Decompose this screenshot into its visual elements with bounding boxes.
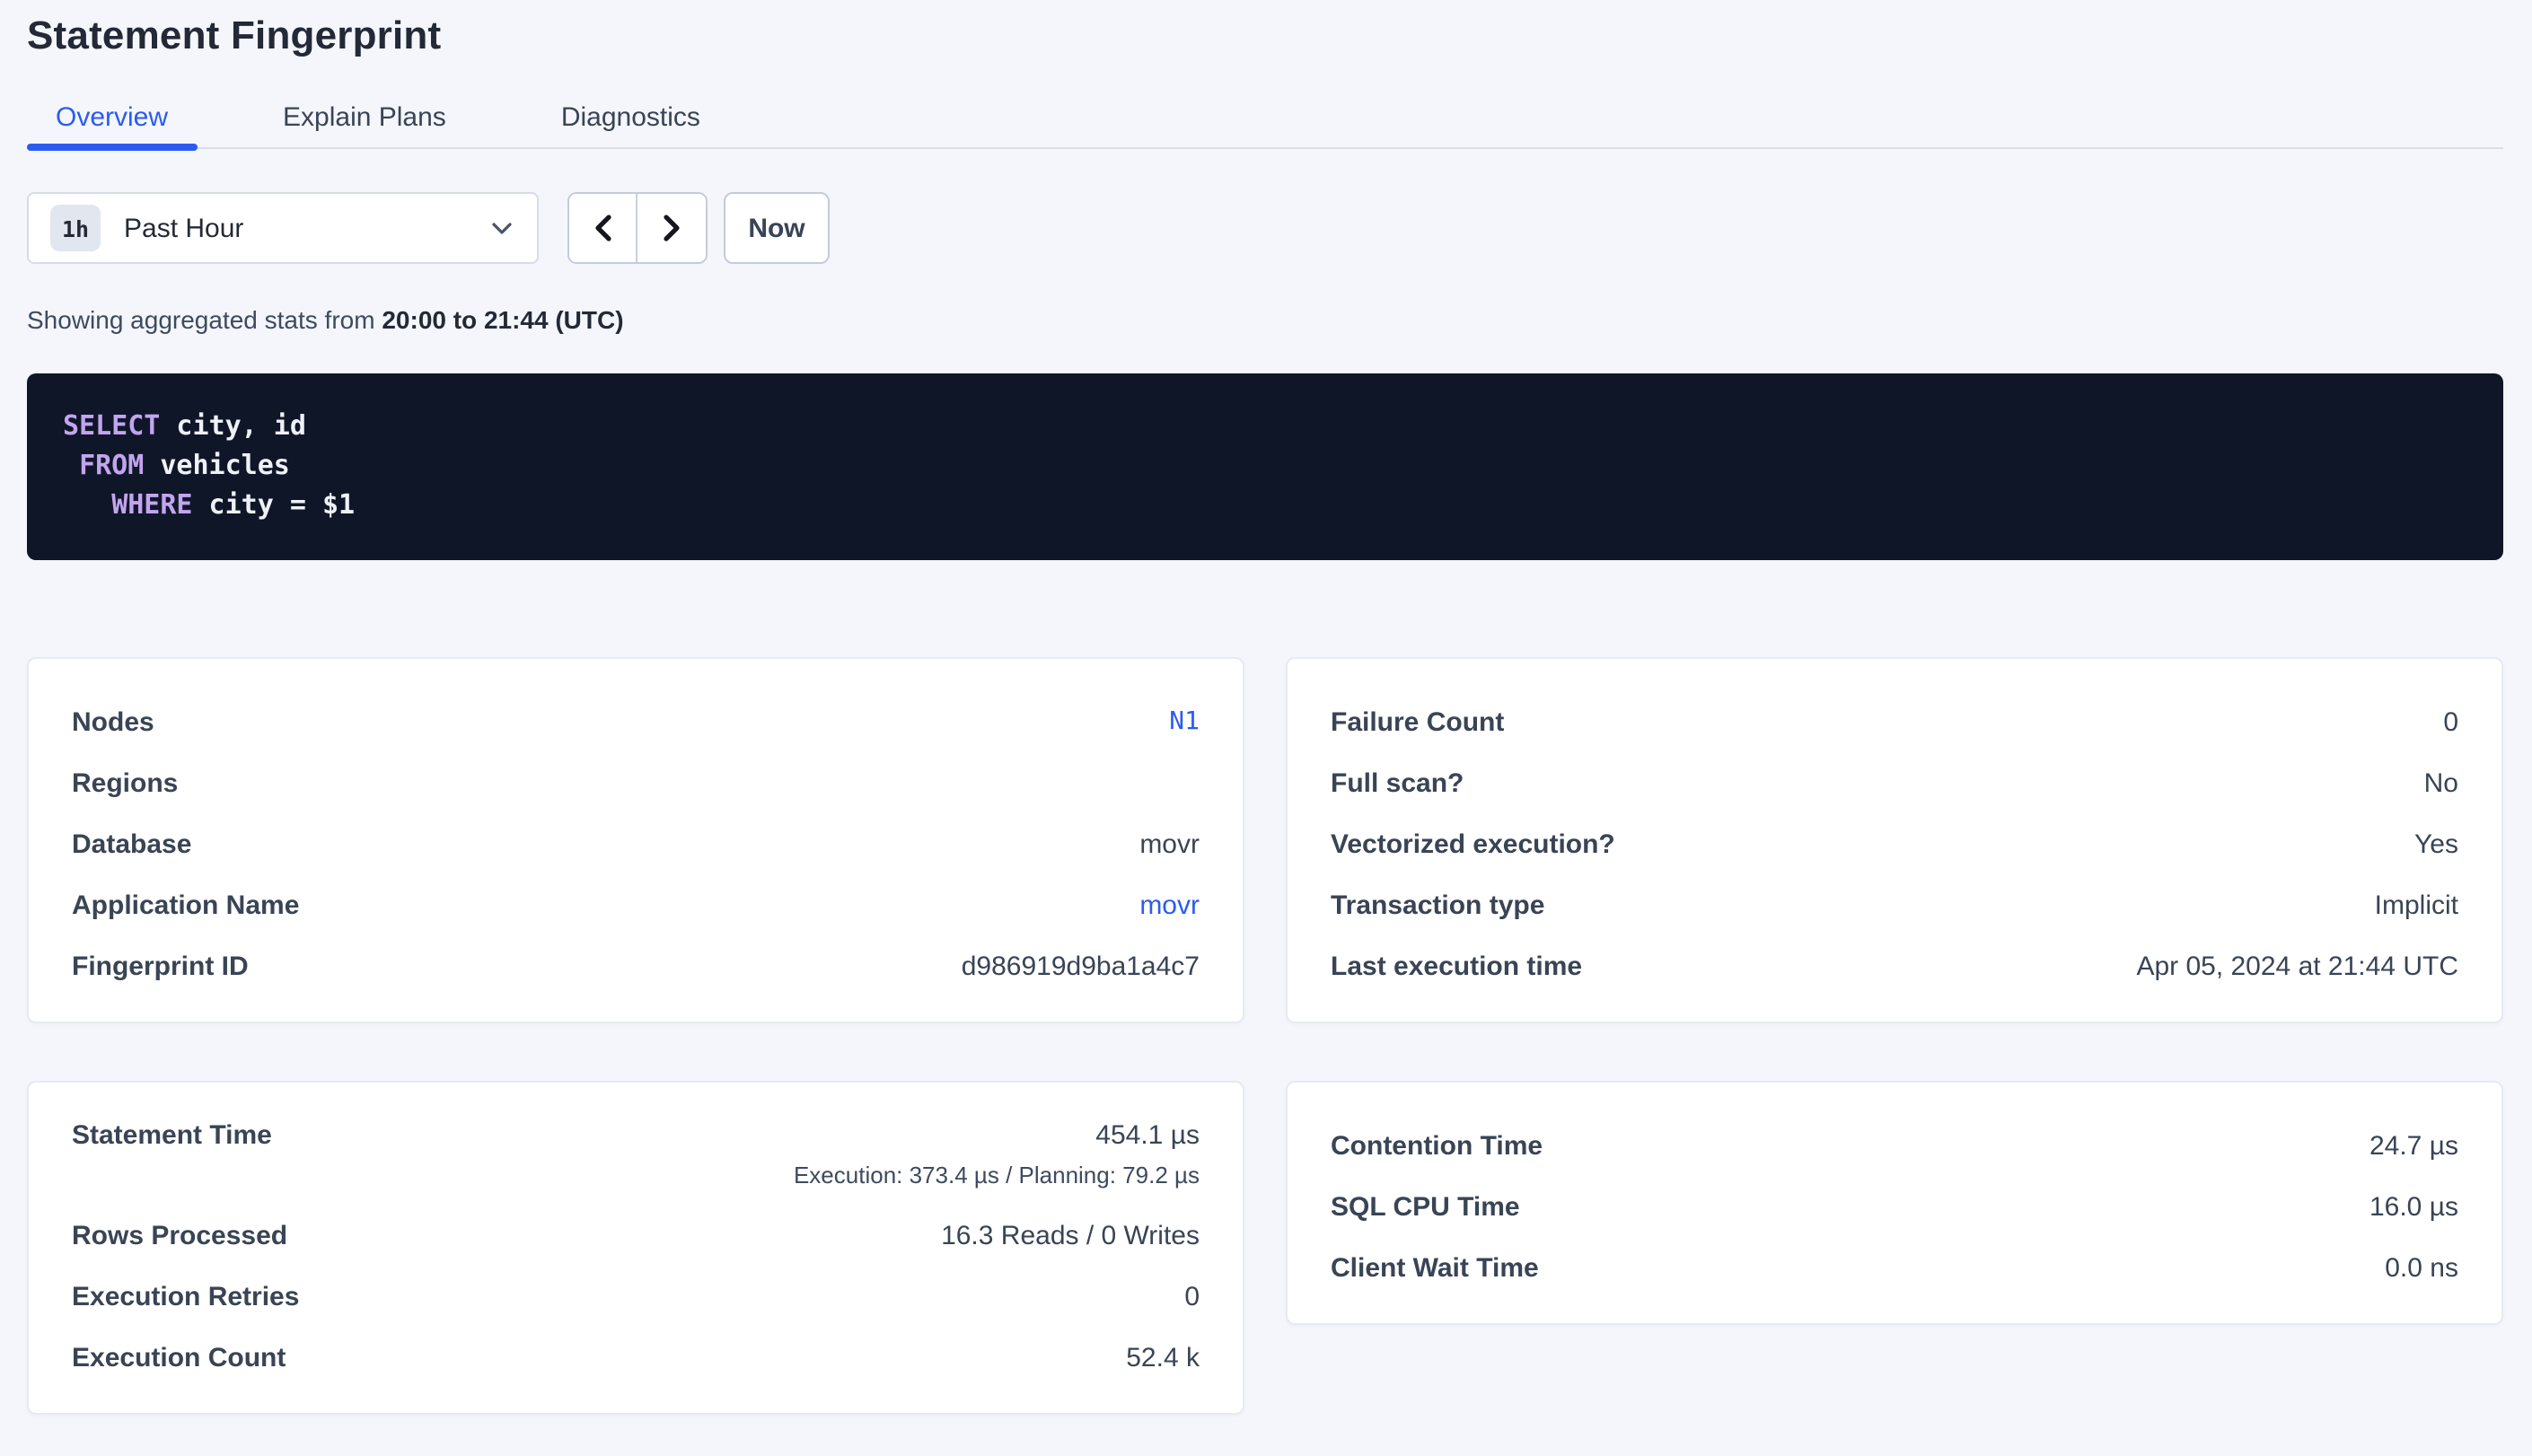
- now-button[interactable]: Now: [724, 192, 830, 264]
- row-label: Nodes: [72, 706, 154, 737]
- row-label: Regions: [72, 767, 178, 798]
- sql-keyword: SELECT: [63, 409, 160, 442]
- row-last-execution-time: Last execution time Apr 05, 2024 at 21:4…: [1331, 935, 2458, 996]
- row-application-name: Application Name movr: [72, 874, 1200, 935]
- row-value: movr: [1139, 829, 1200, 859]
- fingerprint-details-card: Nodes N1 Regions Database movr Applicati…: [27, 657, 1244, 1023]
- aggregated-stats-text: Showing aggregated stats from 20:00 to 2…: [27, 303, 2503, 338]
- row-rows-processed: Rows Processed 16.3 Reads / 0 Writes: [72, 1205, 1200, 1266]
- aggregated-stats-prefix: Showing aggregated stats from: [27, 305, 382, 334]
- row-regions: Regions: [72, 752, 1200, 813]
- row-value: 454.1 µs: [794, 1115, 1200, 1158]
- row-value: Implicit: [2375, 890, 2458, 920]
- row-failure-count: Failure Count 0: [1331, 691, 2458, 752]
- row-label: Fingerprint ID: [72, 951, 249, 981]
- row-full-scan: Full scan? No: [1331, 752, 2458, 813]
- row-value: 24.7 µs: [2369, 1130, 2458, 1161]
- tab-overview[interactable]: Overview: [27, 92, 197, 147]
- sql-line: WHERE city = $1: [63, 485, 2467, 524]
- row-value: Apr 05, 2024 at 21:44 UTC: [2136, 951, 2458, 981]
- row-contention-time: Contention Time 24.7 µs: [1331, 1115, 2458, 1176]
- row-label: Statement Time: [72, 1115, 272, 1158]
- time-step-buttons: [567, 192, 708, 264]
- row-label: Execution Count: [72, 1342, 286, 1373]
- tab-bar: Overview Explain Plans Diagnostics: [27, 92, 2503, 149]
- row-label: Execution Retries: [72, 1281, 299, 1311]
- row-label: Full scan?: [1331, 767, 1464, 798]
- row-nodes: Nodes N1: [72, 691, 1200, 752]
- row-fingerprint-id: Fingerprint ID d986919d9ba1a4c7: [72, 935, 1200, 996]
- row-value: Yes: [2414, 829, 2458, 859]
- row-label: Client Wait Time: [1331, 1252, 1539, 1283]
- row-vectorized-execution: Vectorized execution? Yes: [1331, 813, 2458, 874]
- row-label: Last execution time: [1331, 951, 1582, 981]
- time-range-badge: 1h: [50, 205, 101, 251]
- statement-time-card: Statement Time 454.1 µs Execution: 373.4…: [27, 1081, 1244, 1415]
- execution-attributes-card: Failure Count 0 Full scan? No Vectorized…: [1286, 657, 2503, 1023]
- sql-line: FROM vehicles: [63, 445, 2467, 485]
- row-label: Rows Processed: [72, 1220, 287, 1250]
- row-label: Database: [72, 829, 191, 859]
- chevron-down-icon: [492, 222, 512, 234]
- row-statement-time: Statement Time 454.1 µs Execution: 373.4…: [72, 1115, 1200, 1194]
- row-client-wait-time: Client Wait Time 0.0 ns: [1331, 1237, 2458, 1298]
- time-toolbar: 1h Past Hour Now: [27, 192, 2503, 264]
- row-value: 16.3 Reads / 0 Writes: [941, 1220, 1200, 1250]
- time-range-label: Past Hour: [124, 213, 243, 243]
- row-execution-retries: Execution Retries 0: [72, 1266, 1200, 1327]
- statement-time-breakdown: Execution: 373.4 µs / Planning: 79.2 µs: [794, 1158, 1200, 1194]
- row-value: No: [2424, 767, 2458, 798]
- time-step-forward-button[interactable]: [637, 194, 706, 262]
- statement-fingerprint-page: Statement Fingerprint Overview Explain P…: [0, 11, 2532, 1456]
- row-sql-cpu-time: SQL CPU Time 16.0 µs: [1331, 1176, 2458, 1237]
- row-value: d986919d9ba1a4c7: [962, 951, 1200, 981]
- time-range-select[interactable]: 1h Past Hour: [27, 192, 539, 264]
- wait-time-card: Contention Time 24.7 µs SQL CPU Time 16.…: [1286, 1081, 2503, 1325]
- sql-statement-box: SELECT city, id FROM vehicles WHERE city…: [27, 373, 2503, 560]
- sql-line: SELECT city, id: [63, 406, 2467, 445]
- row-value: 52.4 k: [1126, 1342, 1200, 1373]
- row-value: 16.0 µs: [2369, 1191, 2458, 1222]
- time-step-back-button[interactable]: [569, 194, 637, 262]
- tab-overview-label: Overview: [56, 102, 168, 133]
- row-label: Vectorized execution?: [1331, 829, 1615, 859]
- sql-keyword: FROM: [79, 449, 144, 481]
- nodes-link[interactable]: N1: [1169, 707, 1200, 736]
- tab-explain-plans-label: Explain Plans: [283, 102, 446, 133]
- row-transaction-type: Transaction type Implicit: [1331, 874, 2458, 935]
- row-value: 0.0 ns: [2385, 1252, 2458, 1283]
- top-cards-row: Nodes N1 Regions Database movr Applicati…: [27, 657, 2503, 1023]
- aggregated-stats-range: 20:00 to 21:44 (UTC): [382, 305, 623, 334]
- chevron-right-icon: [662, 214, 681, 242]
- row-label: Contention Time: [1331, 1130, 1543, 1161]
- tab-diagnostics-label: Diagnostics: [561, 102, 700, 133]
- row-label: Transaction type: [1331, 890, 1544, 920]
- bottom-cards-row: Statement Time 454.1 µs Execution: 373.4…: [27, 1081, 2503, 1415]
- page-title: Statement Fingerprint: [27, 11, 2503, 61]
- row-label: SQL CPU Time: [1331, 1191, 1520, 1222]
- row-value: 0: [1184, 1281, 1200, 1311]
- row-execution-count: Execution Count 52.4 k: [72, 1327, 1200, 1388]
- application-name-link[interactable]: movr: [1139, 890, 1200, 920]
- row-value: 0: [2443, 706, 2458, 737]
- tab-explain-plans[interactable]: Explain Plans: [254, 92, 475, 147]
- row-label: Application Name: [72, 890, 299, 920]
- row-label: Failure Count: [1331, 706, 1504, 737]
- tab-diagnostics[interactable]: Diagnostics: [532, 92, 729, 147]
- chevron-left-icon: [593, 214, 612, 242]
- sql-keyword: WHERE: [111, 488, 192, 521]
- row-database: Database movr: [72, 813, 1200, 874]
- statement-time-values: 454.1 µs Execution: 373.4 µs / Planning:…: [794, 1115, 1200, 1194]
